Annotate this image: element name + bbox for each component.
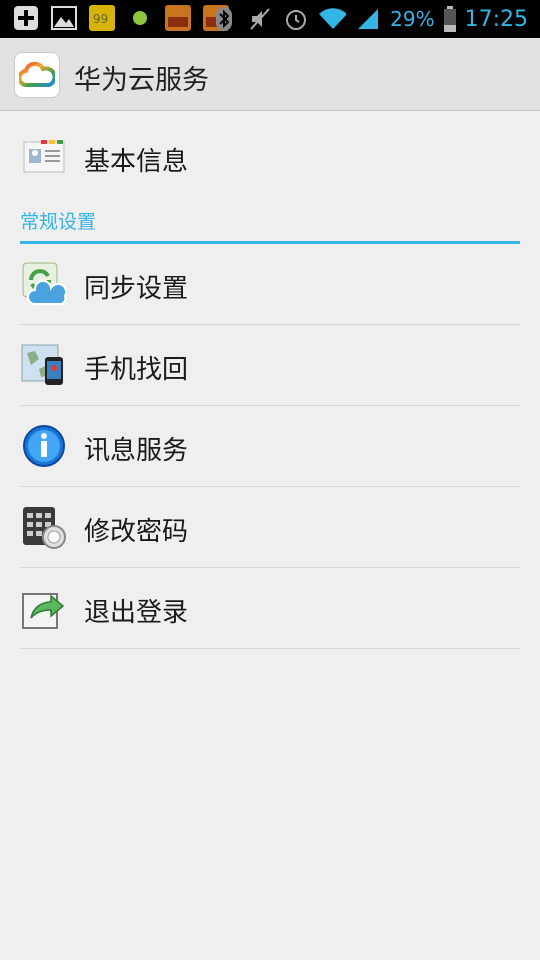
find-phone-icon (20, 341, 68, 389)
bluetooth-icon (210, 5, 238, 33)
svg-text:99: 99 (93, 12, 108, 26)
list-item-messaging[interactable]: 讯息服务 (20, 406, 520, 486)
cloud-app-icon[interactable] (14, 52, 60, 98)
dot-icon (126, 4, 154, 32)
battery-percent: 29% (390, 7, 435, 31)
app-icon (164, 4, 192, 32)
keypad-lock-icon (20, 503, 68, 551)
action-bar: 华为云服务 (0, 38, 540, 111)
image-icon (50, 4, 78, 32)
add-icon (12, 4, 40, 32)
list-item-find-phone[interactable]: 手机找回 (20, 325, 520, 405)
sync-settings-label: 同步设置 (84, 274, 189, 304)
logout-label: 退出登录 (84, 598, 189, 628)
clock: 17:25 (464, 6, 528, 32)
contact-card-icon (20, 133, 68, 181)
find-phone-label: 手机找回 (84, 355, 189, 385)
section-header-general: 常规设置 (20, 197, 520, 244)
page-title: 华为云服务 (74, 65, 209, 96)
sync-cloud-icon (20, 260, 68, 308)
wifi-icon (318, 5, 347, 33)
info-icon (20, 422, 68, 470)
battery-icon (443, 5, 457, 33)
logout-arrow-icon (20, 584, 68, 632)
list-item-change-password[interactable]: 修改密码 (20, 487, 520, 567)
alarm-icon (282, 5, 310, 33)
messaging-label: 讯息服务 (84, 436, 189, 466)
list-item-logout[interactable]: 退出登录 (20, 568, 520, 648)
divider (20, 648, 520, 649)
list-item-basic-info[interactable]: 基本信息 (20, 117, 520, 197)
section-title: 常规设置 (20, 211, 97, 233)
mute-icon (246, 5, 274, 33)
change-password-label: 修改密码 (84, 517, 189, 547)
status-bar: 99 29% 17:25 (0, 0, 540, 38)
list-item-sync-settings[interactable]: 同步设置 (20, 244, 520, 324)
app-icon: 99 (88, 4, 116, 32)
signal-icon (354, 5, 382, 33)
basic-info-label: 基本信息 (84, 147, 189, 177)
